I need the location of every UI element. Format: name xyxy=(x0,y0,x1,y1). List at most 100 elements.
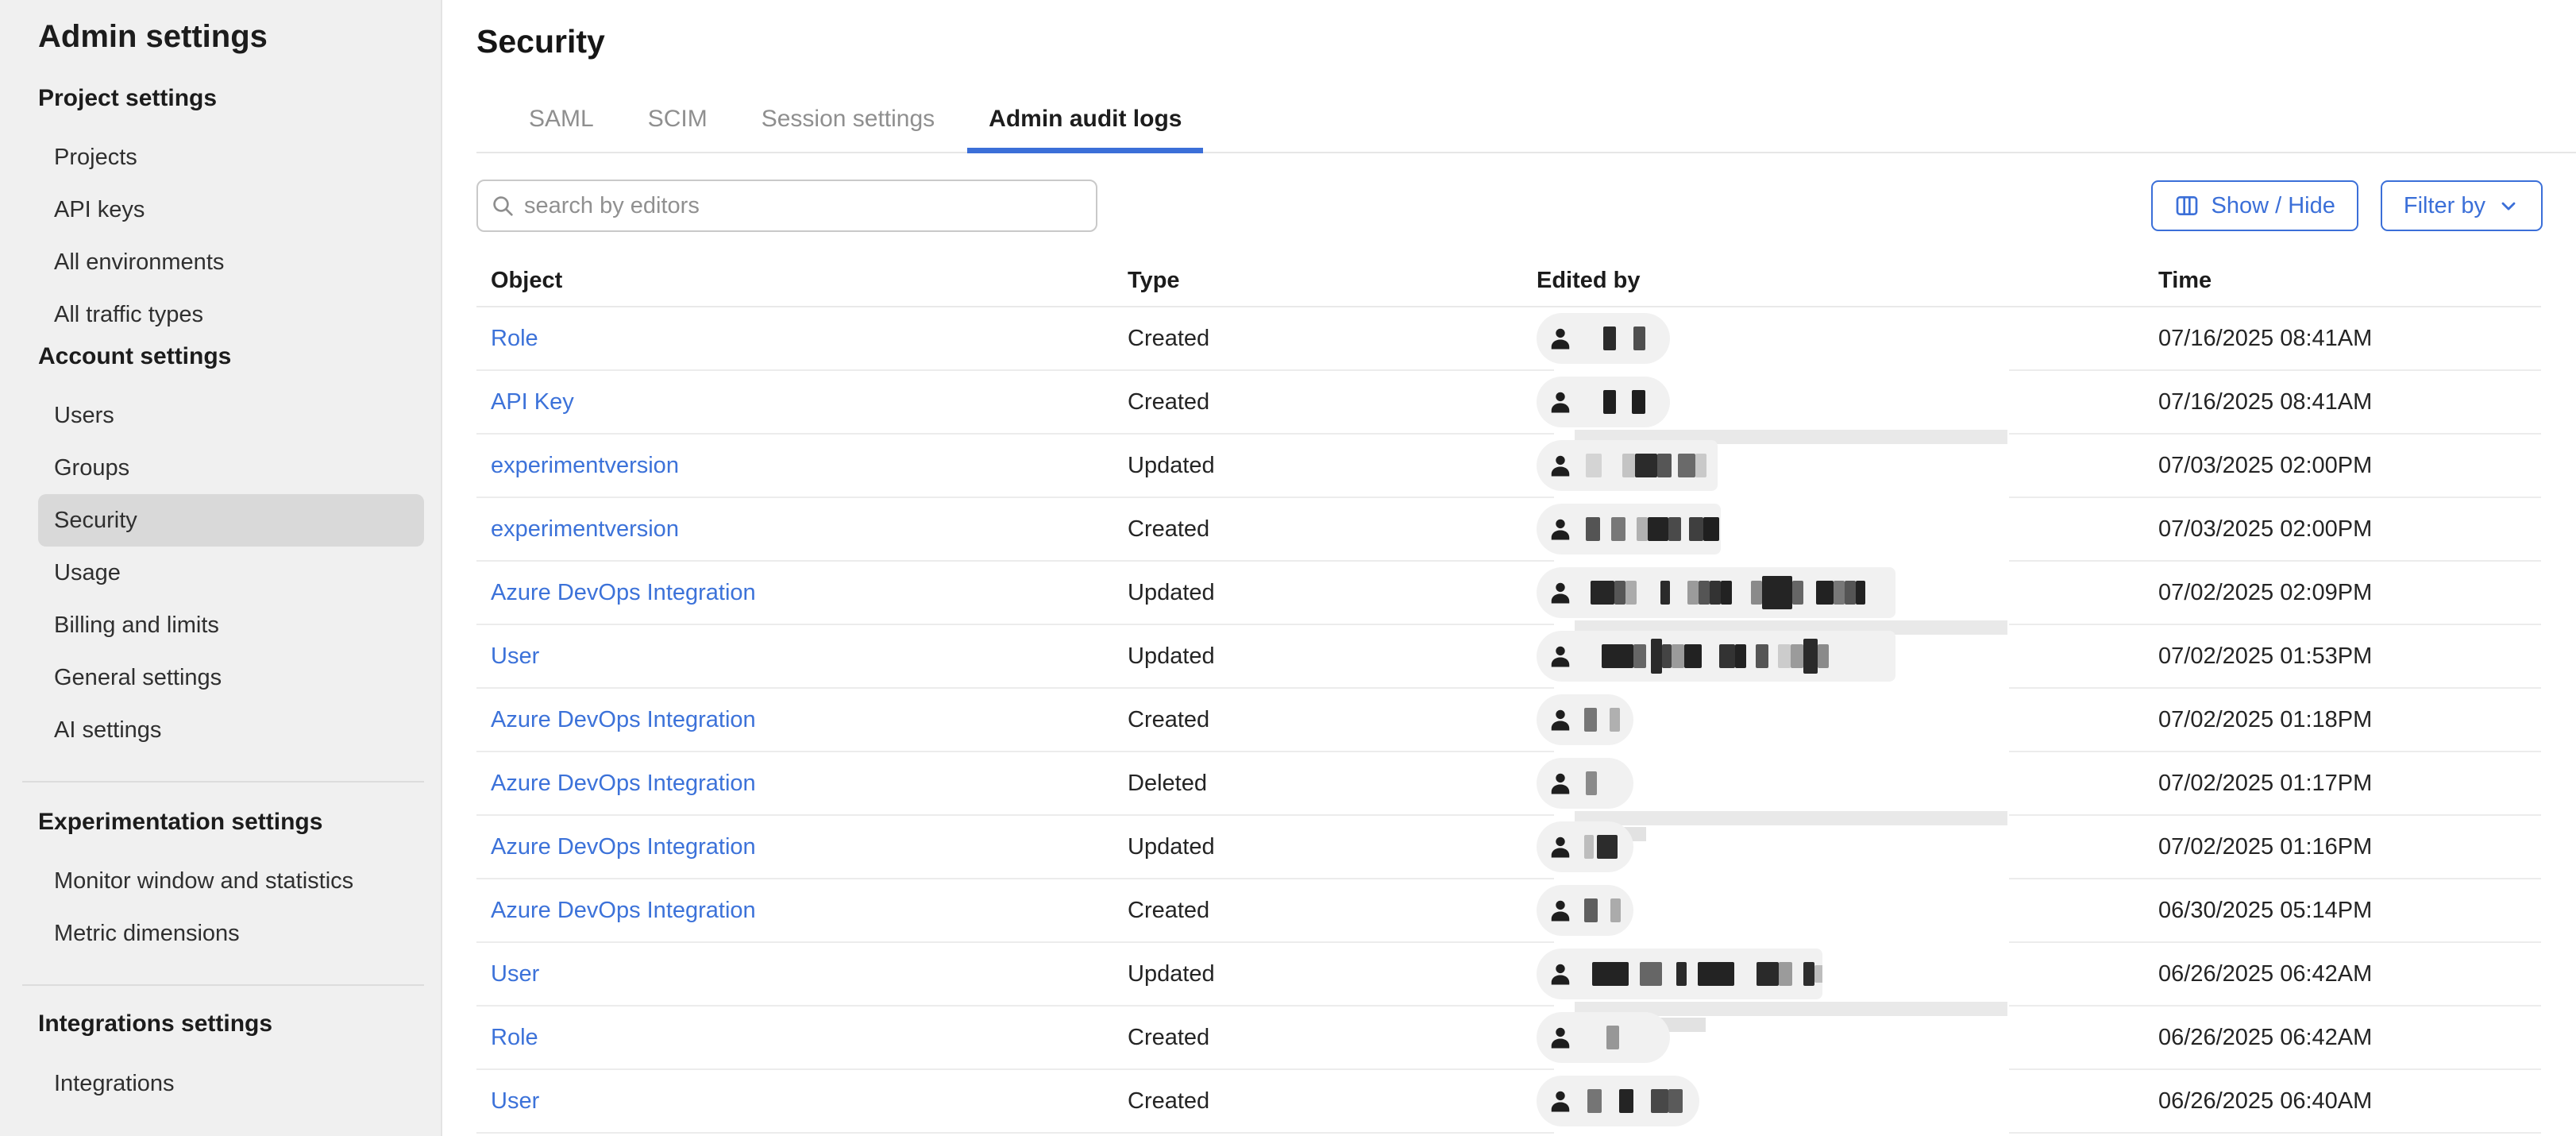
time-cell: 07/02/2025 01:16PM xyxy=(2158,834,2541,860)
sidebar-item-users[interactable]: Users xyxy=(0,389,441,442)
column-header-object[interactable]: Object xyxy=(476,268,1128,294)
tab-scim[interactable]: SCIM xyxy=(627,96,729,152)
object-link[interactable]: experimentversion xyxy=(491,453,679,478)
sidebar-item-billing-and-limits[interactable]: Billing and limits xyxy=(0,599,441,651)
table-row: Azure DevOps Integration Created 06/30/2… xyxy=(476,879,2541,943)
page-title: Security xyxy=(476,21,2576,61)
table-row: Role Created 07/16/2025 08:41AM xyxy=(476,307,2541,371)
redacted-editor xyxy=(1537,313,1670,364)
person-icon xyxy=(1546,515,1575,543)
time-cell: 07/16/2025 08:41AM xyxy=(2158,389,2541,415)
sidebar-item-groups[interactable]: Groups xyxy=(0,442,441,494)
type-cell: Updated xyxy=(1128,961,1537,987)
sidebar-item-all-traffic-types[interactable]: All traffic types xyxy=(0,288,441,341)
sidebar-section-account-settings: Account settings xyxy=(38,341,441,373)
redacted-editor xyxy=(1537,440,1718,491)
time-cell: 07/02/2025 01:18PM xyxy=(2158,707,2541,733)
tab-admin-audit-logs[interactable]: Admin audit logs xyxy=(967,96,1203,153)
redacted-editor xyxy=(1537,377,1670,427)
object-link[interactable]: User xyxy=(491,1088,539,1114)
edited-by-cell xyxy=(1537,943,2158,1005)
sidebar-item-api-keys[interactable]: API keys xyxy=(0,184,441,236)
object-link[interactable]: experimentversion xyxy=(491,516,679,542)
person-icon xyxy=(1546,833,1575,861)
time-cell: 07/02/2025 01:17PM xyxy=(2158,771,2541,797)
person-icon xyxy=(1546,451,1575,480)
redacted-editor xyxy=(1537,504,1721,554)
sidebar-item-metric-dimensions[interactable]: Metric dimensions xyxy=(0,907,441,960)
show-hide-columns-button[interactable]: Show / Hide xyxy=(2151,180,2358,231)
object-link[interactable]: User xyxy=(491,961,539,987)
sidebar-item-security[interactable]: Security xyxy=(38,494,424,547)
time-cell: 06/30/2025 05:14PM xyxy=(2158,898,2541,924)
tab-saml[interactable]: SAML xyxy=(507,96,615,152)
redacted-editor xyxy=(1537,631,1895,682)
type-cell: Created xyxy=(1128,389,1537,415)
column-header-edited-by[interactable]: Edited by xyxy=(1537,268,2158,294)
type-cell: Created xyxy=(1128,1025,1537,1051)
redacted-editor xyxy=(1537,1012,1670,1063)
filter-by-button[interactable]: Filter by xyxy=(2381,180,2543,231)
object-link[interactable]: Azure DevOps Integration xyxy=(491,771,756,796)
redacted-editor xyxy=(1537,758,1633,809)
type-cell: Created xyxy=(1128,1088,1537,1115)
object-link[interactable]: Azure DevOps Integration xyxy=(491,834,756,860)
column-header-time[interactable]: Time xyxy=(2158,268,2541,294)
person-icon xyxy=(1546,324,1575,353)
main-content: Security SAML SCIM Session settings Admi… xyxy=(442,0,2576,1136)
redacted-editor xyxy=(1537,821,1633,872)
time-cell: 06/26/2025 06:40AM xyxy=(2158,1088,2541,1115)
person-icon xyxy=(1546,388,1575,416)
object-link[interactable]: Azure DevOps Integration xyxy=(491,580,756,605)
redacted-editor xyxy=(1537,567,1895,618)
table-header-row: Object Type Edited by Time xyxy=(476,256,2541,307)
sidebar-item-projects[interactable]: Projects xyxy=(0,131,441,184)
table-row: Azure DevOps Integration Created 07/02/2… xyxy=(476,689,2541,752)
time-cell: 07/02/2025 02:09PM xyxy=(2158,580,2541,606)
object-link[interactable]: Azure DevOps Integration xyxy=(491,898,756,923)
sidebar-section-items: Monitor window and statistics Metric dim… xyxy=(0,855,441,960)
person-icon xyxy=(1546,1087,1575,1115)
object-link[interactable]: Role xyxy=(491,326,538,351)
table-row: Azure DevOps Integration Updated 07/02/2… xyxy=(476,562,2541,625)
column-header-type[interactable]: Type xyxy=(1128,268,1537,294)
sidebar-section-items: Integrations xyxy=(0,1057,441,1110)
sidebar-item-monitor-window-and-statistics[interactable]: Monitor window and statistics xyxy=(0,855,441,907)
sidebar-section-items: Users Groups Security Usage Billing and … xyxy=(0,389,441,756)
sidebar-section-experimentation-settings: Experimentation settings xyxy=(38,806,441,838)
edited-by-cell xyxy=(1537,879,2158,941)
person-icon xyxy=(1546,1023,1575,1052)
tab-session-settings[interactable]: Session settings xyxy=(740,96,956,152)
time-cell: 07/03/2025 02:00PM xyxy=(2158,516,2541,543)
edited-by-cell xyxy=(1537,752,2158,814)
person-icon xyxy=(1546,578,1575,607)
time-cell: 07/16/2025 08:41AM xyxy=(2158,326,2541,352)
sidebar-item-usage[interactable]: Usage xyxy=(0,547,441,599)
table-row: User Created 06/26/2025 06:40AM xyxy=(476,1070,2541,1134)
sidebar-item-ai-settings[interactable]: AI settings xyxy=(0,704,441,756)
sidebar-item-integrations[interactable]: Integrations xyxy=(0,1057,441,1110)
sidebar-section-project-settings: Project settings xyxy=(38,83,441,114)
redacted-editor xyxy=(1537,885,1633,936)
edited-by-cell xyxy=(1537,1070,2158,1132)
redacted-editor xyxy=(1537,1076,1699,1126)
object-link[interactable]: User xyxy=(491,643,539,669)
edited-by-cell xyxy=(1537,562,2158,624)
audit-log-table: Object Type Edited by Time Role Created … xyxy=(476,256,2541,1134)
sidebar-divider xyxy=(22,984,424,986)
object-link[interactable]: Role xyxy=(491,1025,538,1050)
toolbar-buttons: Show / Hide Filter by xyxy=(2151,180,2543,231)
table-row: experimentversion Created 07/03/2025 02:… xyxy=(476,498,2541,562)
person-icon xyxy=(1546,960,1575,988)
type-cell: Created xyxy=(1128,326,1537,352)
search-input[interactable] xyxy=(476,180,1097,232)
sidebar-item-general-settings[interactable]: General settings xyxy=(0,651,441,704)
object-link[interactable]: API Key xyxy=(491,389,574,415)
time-cell: 07/02/2025 01:53PM xyxy=(2158,643,2541,670)
toolbar: Show / Hide Filter by xyxy=(476,180,2543,232)
sidebar-item-all-environments[interactable]: All environments xyxy=(0,236,441,288)
object-link[interactable]: Azure DevOps Integration xyxy=(491,707,756,732)
show-hide-label: Show / Hide xyxy=(2212,193,2335,219)
edited-by-cell xyxy=(1537,371,2158,433)
type-cell: Created xyxy=(1128,516,1537,543)
